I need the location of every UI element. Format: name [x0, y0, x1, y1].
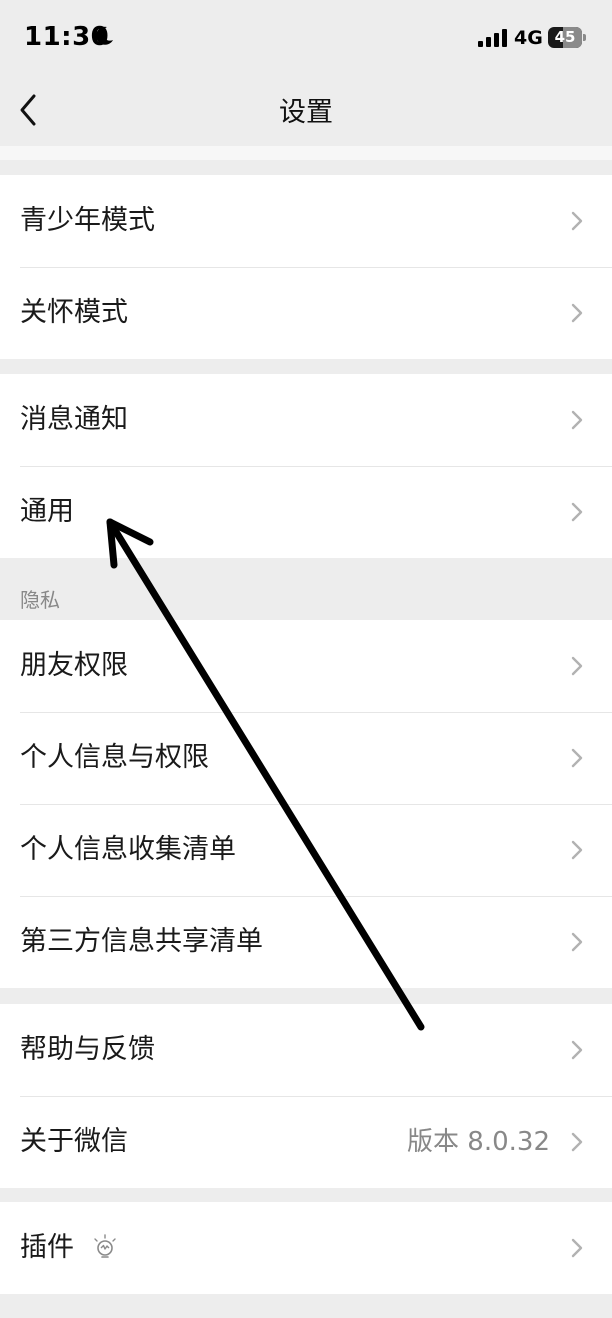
- chevron-right-icon: [571, 410, 583, 430]
- battery-level: 45: [554, 28, 576, 46]
- setting-label: 插件: [20, 1232, 74, 1263]
- lightbulb-icon: [94, 1234, 116, 1258]
- chevron-right-icon: [571, 1040, 583, 1060]
- nav-divider: [0, 146, 612, 160]
- chevron-right-icon: [571, 1238, 583, 1258]
- signal-icon: [478, 29, 507, 47]
- settings-group-4: 帮助与反馈 关于微信 版本 8.0.32: [0, 1004, 612, 1188]
- setting-label: 个人信息与权限: [20, 742, 209, 773]
- section-header-privacy: 隐私: [20, 588, 60, 612]
- setting-label: 消息通知: [20, 404, 128, 435]
- page-title: 设置: [279, 97, 333, 128]
- version-value: 版本 8.0.32: [407, 1127, 550, 1157]
- setting-label: 个人信息收集清单: [20, 834, 236, 865]
- setting-label: 帮助与反馈: [20, 1034, 155, 1065]
- setting-notifications[interactable]: 消息通知: [0, 374, 612, 466]
- setting-friend-permissions[interactable]: 朋友权限: [0, 620, 612, 712]
- setting-label: 关怀模式: [20, 297, 128, 328]
- chevron-right-icon: [571, 1132, 583, 1152]
- setting-general[interactable]: 通用: [0, 466, 612, 558]
- chevron-right-icon: [571, 211, 583, 231]
- status-bar: 11:30 4G 45: [0, 0, 612, 76]
- setting-plugins[interactable]: 插件: [0, 1202, 612, 1294]
- nav-bar: 设置: [0, 76, 612, 146]
- chevron-right-icon: [571, 303, 583, 323]
- chevron-right-icon: [571, 932, 583, 952]
- setting-teen-mode[interactable]: 青少年模式: [0, 175, 612, 267]
- setting-label: 青少年模式: [20, 205, 155, 236]
- settings-group-2: 消息通知 通用: [0, 374, 612, 558]
- setting-personal-info-permissions[interactable]: 个人信息与权限: [0, 712, 612, 804]
- moon-icon: [96, 26, 113, 45]
- setting-label: 朋友权限: [20, 650, 128, 681]
- chevron-right-icon: [571, 502, 583, 522]
- chevron-right-icon: [571, 656, 583, 676]
- settings-group-privacy: 朋友权限 个人信息与权限 个人信息收集清单 第三方信息共享清单: [0, 620, 612, 988]
- setting-label: 第三方信息共享清单: [20, 926, 263, 957]
- setting-personal-info-list[interactable]: 个人信息收集清单: [0, 804, 612, 896]
- setting-label: 关于微信: [20, 1126, 128, 1157]
- battery-icon: 45: [548, 27, 586, 48]
- setting-third-party-sharing[interactable]: 第三方信息共享清单: [0, 896, 612, 988]
- setting-label: 通用: [20, 496, 74, 527]
- settings-group-1: 青少年模式 关怀模式: [0, 175, 612, 359]
- settings-group-5: 插件: [0, 1202, 612, 1294]
- chevron-right-icon: [571, 840, 583, 860]
- network-type: 4G: [514, 27, 543, 49]
- chevron-right-icon: [571, 748, 583, 768]
- setting-help-feedback[interactable]: 帮助与反馈: [0, 1004, 612, 1096]
- setting-about-wechat[interactable]: 关于微信 版本 8.0.32: [0, 1096, 612, 1188]
- setting-care-mode[interactable]: 关怀模式: [0, 267, 612, 359]
